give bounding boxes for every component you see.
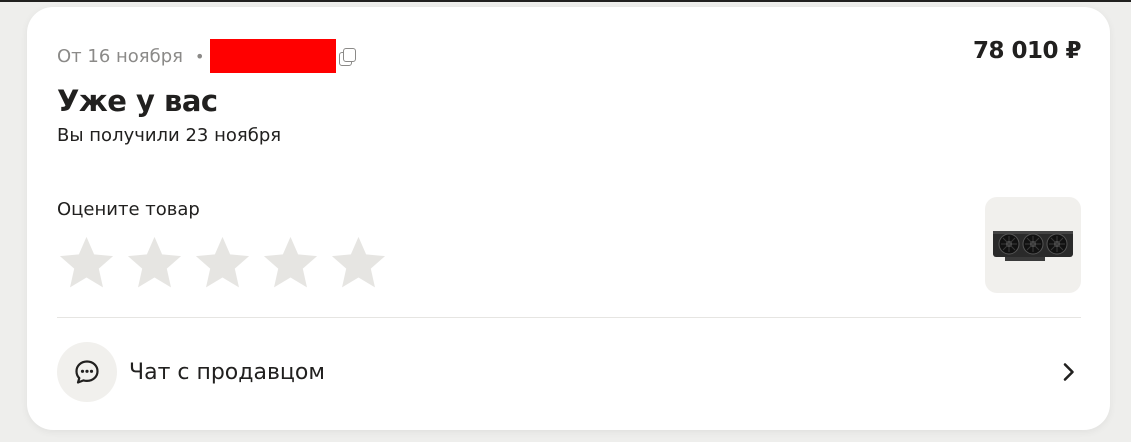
chat-icon-container [57, 342, 117, 402]
top-border [0, 0, 1131, 2]
chevron-right-icon [1057, 360, 1081, 384]
order-status-title: Уже у вас [57, 84, 218, 118]
redacted-order-number [210, 39, 337, 73]
star-icon[interactable] [329, 233, 388, 292]
copy-icon[interactable] [338, 47, 357, 66]
star-icon[interactable] [193, 233, 252, 292]
chat-label: Чат с продавцом [129, 359, 325, 385]
order-date: От 16 ноября [57, 45, 183, 67]
rating-label: Оцените товар [57, 199, 200, 220]
star-icon[interactable] [57, 233, 116, 292]
product-thumbnail[interactable] [985, 197, 1081, 293]
order-meta: От 16 ноября • [57, 39, 357, 73]
chat-bubble-icon [75, 360, 99, 384]
meta-separator: • [194, 46, 205, 66]
chat-with-seller-row[interactable]: Чат с продавцом [57, 341, 1081, 403]
star-icon[interactable] [261, 233, 320, 292]
graphics-card-icon [993, 231, 1073, 261]
order-card: От 16 ноября • 78 010 ₽ Уже у вас Вы пол… [27, 7, 1110, 430]
order-status-subtitle: Вы получили 23 ноября [57, 125, 282, 146]
divider [57, 317, 1081, 318]
star-icon[interactable] [125, 233, 184, 292]
rating-stars [57, 233, 388, 292]
order-price: 78 010 ₽ [972, 38, 1082, 64]
